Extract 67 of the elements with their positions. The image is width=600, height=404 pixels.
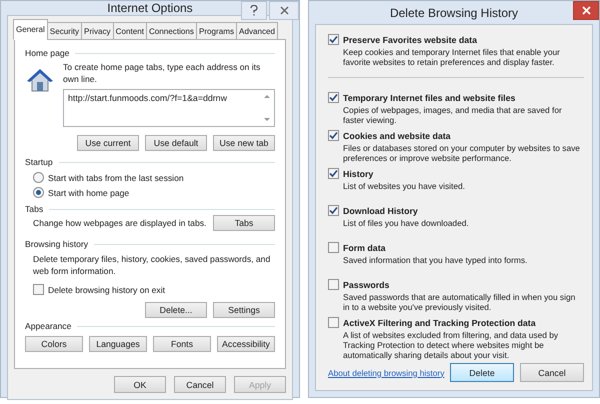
- appearance-button[interactable]: Accessibility: [217, 336, 275, 352]
- option-description: Keep cookies and temporary Internet files that enable your favorite websites to retain preferences and display faster.: [342, 47, 561, 67]
- tab[interactable]: General: [13, 19, 48, 40]
- help-button[interactable]: [241, 1, 267, 20]
- checkbox[interactable]: [328, 317, 339, 328]
- dialog-button[interactable]: OK: [114, 376, 166, 393]
- option-description: Saved information that you have typed into forms.: [342, 255, 528, 265]
- option-title: Form data: [343, 242, 386, 252]
- description-text: Change how webpages are displayed in tabs.: [33, 218, 206, 228]
- tab[interactable]: Security: [46, 22, 82, 40]
- help-link[interactable]: About deleting browsing history: [328, 368, 444, 378]
- option-description: A list of websites excluded from filtering, and data used by Tracking Protection to detect where websites might be automatically sharing details about your visit.: [342, 330, 560, 360]
- checkbox[interactable]: [33, 284, 44, 295]
- option-label: Start with home page: [48, 188, 130, 198]
- option-label: Start with tabs from the last session: [48, 172, 184, 182]
- checkbox[interactable]: [328, 168, 339, 179]
- appearance-button[interactable]: Languages: [89, 336, 147, 352]
- dialog-button[interactable]: Cancel: [520, 363, 584, 382]
- option-title: Temporary Internet files and website files: [343, 92, 516, 102]
- home-page-button[interactable]: Use new tab: [213, 135, 275, 151]
- section-heading: Appearance: [25, 321, 72, 331]
- appearance-button[interactable]: Colors: [25, 336, 83, 352]
- option-description: Copies of webpages, images, and media that are saved for faster viewing.: [342, 105, 563, 125]
- checkbox[interactable]: [328, 34, 339, 45]
- hint-text: To create home page tabs, type each address on its own line.: [63, 61, 262, 85]
- option-title: Download History: [343, 206, 418, 216]
- home-page-button[interactable]: Use current: [77, 135, 139, 151]
- window-title: Delete Browsing History: [390, 6, 518, 20]
- option-description: List of files you have downloaded.: [342, 218, 470, 228]
- option-title: ActiveX Filtering and Tracking Protection data: [343, 318, 536, 328]
- option-title: Passwords: [343, 280, 390, 290]
- house-icon: [25, 67, 55, 93]
- dialog-button[interactable]: Delete: [450, 363, 514, 382]
- checkbox[interactable]: [328, 92, 339, 103]
- option-title: Preserve Favorites website data: [343, 34, 477, 44]
- checkbox[interactable]: [328, 205, 339, 216]
- section-heading: Startup: [25, 157, 53, 167]
- close-button[interactable]: [269, 1, 299, 20]
- tabs-button[interactable]: Tabs: [213, 215, 275, 231]
- option-title: History: [343, 168, 374, 178]
- checkbox[interactable]: [328, 130, 339, 141]
- section-heading: Home page: [25, 48, 70, 58]
- checkbox[interactable]: [328, 242, 339, 253]
- history-button[interactable]: Delete...: [145, 302, 207, 318]
- section-heading: Tabs: [25, 204, 44, 214]
- option-description: Files or databases stored on your computer by websites to save preferences or improve website performance.: [342, 143, 581, 163]
- checkbox[interactable]: [328, 279, 339, 290]
- appearance-button[interactable]: Fonts: [153, 336, 211, 352]
- close-icon: [582, 6, 590, 15]
- tab[interactable]: Advanced: [236, 22, 278, 40]
- history-button[interactable]: Settings: [213, 302, 275, 318]
- section-heading: Browsing history: [25, 239, 88, 249]
- url-field[interactable]: http://start.funmoods.com/?f=1&a=ddrnw: [63, 89, 275, 127]
- description-text: Delete temporary files, history, cookies, saved passwords, and web form information.: [33, 253, 272, 277]
- home-page-button[interactable]: Use default: [145, 135, 207, 151]
- option-title: Cookies and website data: [343, 130, 451, 140]
- close-icon: [280, 6, 288, 15]
- radio-button[interactable]: [33, 187, 44, 198]
- option-description: List of websites you have visited.: [342, 181, 466, 191]
- option-description: Saved passwords that are automatically filled in when you sign in to a website you've previously visited.: [342, 292, 576, 312]
- close-button[interactable]: [573, 1, 599, 20]
- scrollbar-icon: [264, 93, 270, 123]
- dialog-button[interactable]: Cancel: [174, 376, 226, 393]
- window-title: Internet Options: [107, 1, 193, 15]
- checkbox-label: Delete browsing history on exit: [48, 284, 166, 294]
- help-icon: [250, 5, 258, 16]
- radio-button[interactable]: [33, 172, 44, 183]
